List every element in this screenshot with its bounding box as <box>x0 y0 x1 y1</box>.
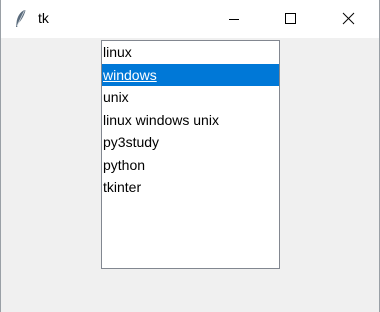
list-item-windows[interactable]: windows <box>102 63 279 86</box>
list-item-linux[interactable]: linux <box>102 41 279 64</box>
maximize-icon <box>285 13 296 24</box>
close-button[interactable] <box>325 0 371 38</box>
list-item-linux-windows-unix[interactable]: linux windows unix <box>102 109 279 132</box>
maximize-button[interactable] <box>267 0 313 38</box>
list-item-tkinter[interactable]: tkinter <box>102 176 279 199</box>
feather-icon <box>13 9 27 29</box>
listbox[interactable]: linux windows unix linux windows unix py… <box>101 40 280 269</box>
minimize-button[interactable] <box>211 0 257 38</box>
minimize-icon <box>229 19 239 20</box>
title-bar[interactable]: tk <box>1 0 379 38</box>
app-window: tk linux windows unix linux windows unix… <box>0 0 380 312</box>
window-title: tk <box>38 10 49 26</box>
list-item-python[interactable]: python <box>102 154 279 177</box>
list-item-unix[interactable]: unix <box>102 86 279 109</box>
list-item-py3study[interactable]: py3study <box>102 131 279 154</box>
close-icon <box>342 12 355 25</box>
